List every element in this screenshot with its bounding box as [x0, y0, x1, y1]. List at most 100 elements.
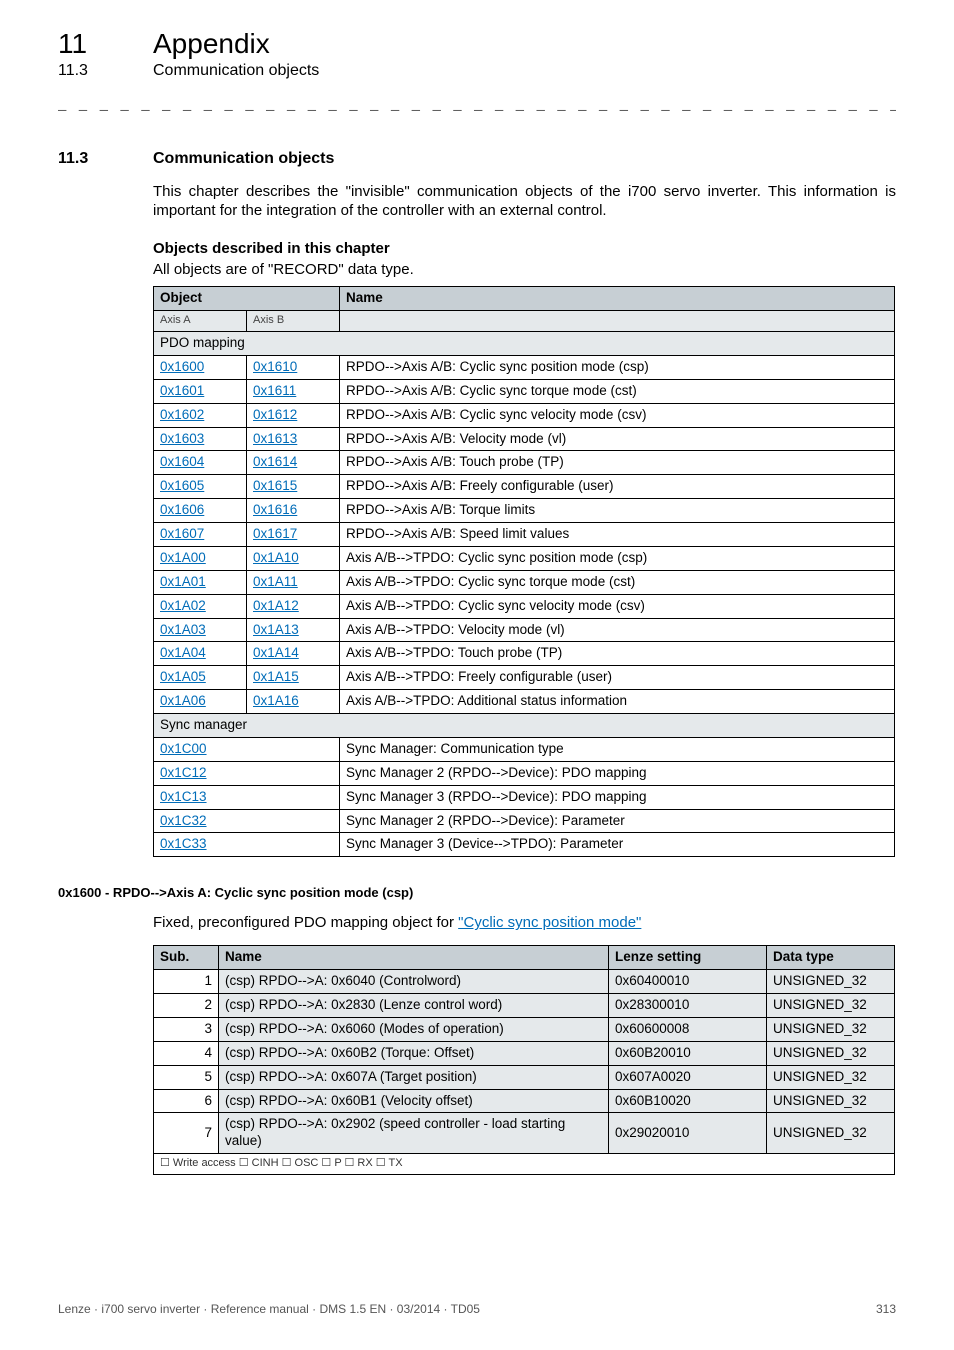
params-row: 2(csp) RPDO-->A: 0x2830 (Lenze control w…: [154, 994, 895, 1018]
table-row: 0x1C33Sync Manager 3 (Device-->TPDO): Pa…: [154, 833, 895, 857]
object-desc: RPDO-->Axis A/B: Cyclic sync torque mode…: [340, 379, 895, 403]
param-desc-text: Fixed, preconfigured PDO mapping object …: [153, 914, 458, 931]
object-link[interactable]: 0x1605: [160, 478, 204, 493]
table-row: 0x1600 0x1610 RPDO-->Axis A/B: Cyclic sync…: [154, 355, 895, 379]
object-link[interactable]: 0x1606: [160, 502, 204, 517]
object-link[interactable]: 0x1A15: [253, 669, 299, 684]
object-link[interactable]: 0x1A02: [160, 598, 206, 613]
object-desc: Sync Manager 2 (RPDO-->Device): Paramete…: [340, 809, 895, 833]
table-row: 0x1601 0x1611 RPDO-->Axis A/B: Cyclic sync…: [154, 379, 895, 403]
object-link[interactable]: 0x1A13: [253, 622, 299, 637]
object-desc: Sync Manager: Communication type: [340, 737, 895, 761]
params-row: 3(csp) RPDO-->A: 0x6060 (Modes of operat…: [154, 1017, 895, 1041]
section-pdo-mapping: PDO mapping: [154, 332, 895, 356]
section-number: 11.3: [58, 62, 153, 80]
object-link[interactable]: 0x1C33: [160, 836, 207, 851]
object-link[interactable]: 0x1A11: [253, 574, 298, 589]
params-row: 1(csp) RPDO-->A: 0x6040 (Controlword)0x6…: [154, 970, 895, 994]
table-row: 0x1605 0x1615 RPDO-->Axis A/B: Freely conf…: [154, 475, 895, 499]
table-row: 0x1A05 0x1A15 Axis A/B-->TPDO: Freely conf…: [154, 666, 895, 690]
object-desc: Sync Manager 2 (RPDO-->Device): PDO mapp…: [340, 761, 895, 785]
object-link[interactable]: 0x1603: [160, 431, 204, 446]
table-row: 0x1A02 0x1A12 Axis A/B-->TPDO: Cyclic sync…: [154, 594, 895, 618]
object-link[interactable]: 0x1C13: [160, 789, 207, 804]
object-link[interactable]: 0x1617: [253, 526, 297, 541]
object-link[interactable]: 0x1607: [160, 526, 204, 541]
params-footer-flags: ☐ Write access ☐ CINH ☐ OSC ☐ P ☐ RX ☐ T…: [154, 1154, 895, 1175]
object-link[interactable]: 0x1604: [160, 454, 204, 469]
object-link[interactable]: 0x1A05: [160, 669, 206, 684]
object-link[interactable]: 0x1614: [253, 454, 297, 469]
table-row: 0x1C00 Sync Manager: Communication type: [154, 737, 895, 761]
object-desc: Axis A/B-->TPDO: Cyclic sync velocity mo…: [340, 594, 895, 618]
section-heading: 11.3Communication objects: [58, 150, 896, 168]
object-link[interactable]: 0x1615: [253, 478, 297, 493]
object-desc: RPDO-->Axis A/B: Torque limits: [340, 499, 895, 523]
object-link[interactable]: 0x1A06: [160, 693, 206, 708]
footer-left: Lenze · i700 servo inverter · Reference …: [58, 1302, 480, 1316]
object-link[interactable]: 0x1611: [253, 383, 296, 398]
pcol-name: Name: [219, 946, 609, 970]
params-table: Sub. Name Lenze setting Data type 1(csp)…: [153, 945, 895, 1175]
table-row: 0x1607 0x1617 RPDO-->Axis A/B: Speed limit…: [154, 523, 895, 547]
object-link[interactable]: 0x1610: [253, 359, 297, 374]
object-link[interactable]: 0x1A04: [160, 645, 206, 660]
table-row: 0x1606 0x1616 RPDO-->Axis A/B: Torque limi…: [154, 499, 895, 523]
footer-page-number: 313: [876, 1302, 896, 1316]
object-desc: RPDO-->Axis A/B: Cyclic sync velocity mo…: [340, 403, 895, 427]
object-link[interactable]: 0x1A16: [253, 693, 299, 708]
chapter-title: Appendix: [153, 28, 270, 59]
param-desc-link[interactable]: "Cyclic sync position mode": [458, 914, 641, 931]
table-row: 0x1C32 Sync Manager 2 (RPDO-->Device): Pa…: [154, 809, 895, 833]
section-heading-title: Communication objects: [153, 150, 334, 167]
param-description: Fixed, preconfigured PDO mapping object …: [153, 914, 896, 931]
object-link[interactable]: 0x1A00: [160, 550, 206, 565]
object-link[interactable]: 0x1613: [253, 431, 297, 446]
params-row: 6(csp) RPDO-->A: 0x60B1 (Velocity offset…: [154, 1089, 895, 1113]
object-desc: RPDO-->Axis A/B: Speed limit values: [340, 523, 895, 547]
object-link[interactable]: 0x1A14: [253, 645, 299, 660]
object-link[interactable]: 0x1600: [160, 359, 204, 374]
table-row: 0x1604 0x1614 RPDO-->Axis A/B: Touch probe…: [154, 451, 895, 475]
objects-note: All objects are of "RECORD" data type.: [153, 261, 896, 278]
table-row: 0x1A00 0x1A10 Axis A/B-->TPDO: Cyclic sync…: [154, 546, 895, 570]
params-row: 4(csp) RPDO-->A: 0x60B2 (Torque: Offset)…: [154, 1041, 895, 1065]
object-link[interactable]: 0x1602: [160, 407, 204, 422]
object-link[interactable]: 0x1C12: [160, 765, 207, 780]
pcol-sub: Sub.: [154, 946, 219, 970]
object-desc: Axis A/B-->TPDO: Freely configurable (us…: [340, 666, 895, 690]
params-row: 7(csp) RPDO-->A: 0x2902 (speed controlle…: [154, 1113, 895, 1154]
table-row: 0x1A03 0x1A13 Axis A/B-->TPDO: Velocity mo…: [154, 618, 895, 642]
object-desc: RPDO-->Axis A/B: Freely configurable (us…: [340, 475, 895, 499]
table-row: 0x1C12 Sync Manager 2 (RPDO-->Device): PD…: [154, 761, 895, 785]
section-title: Communication objects: [153, 62, 319, 79]
object-desc: RPDO-->Axis A/B: Touch probe (TP): [340, 451, 895, 475]
table-row: 0x1A01 0x1A11 Axis A/B-->TPDO: Cyclic sync…: [154, 570, 895, 594]
object-desc: Axis A/B-->TPDO: Velocity mode (vl): [340, 618, 895, 642]
object-link[interactable]: 0x1616: [253, 502, 297, 517]
section-subheading: 11.3Communication objects: [58, 62, 896, 80]
subcol-axis-a: Axis A: [154, 311, 247, 332]
section-sync-manager: Sync manager: [154, 714, 895, 738]
table-row: 0x1602 0x1612 RPDO-->Axis A/B: Cyclic sync…: [154, 403, 895, 427]
objects-heading: Objects described in this chapter: [153, 240, 896, 257]
object-desc: RPDO-->Axis A/B: Cyclic sync position mo…: [340, 355, 895, 379]
object-link[interactable]: 0x1A01: [160, 574, 206, 589]
divider-dashes: _ _ _ _ _ _ _ _ _ _ _ _ _ _ _ _ _ _ _ _ …: [58, 98, 896, 114]
object-desc: Axis A/B-->TPDO: Cyclic sync torque mode…: [340, 570, 895, 594]
object-link[interactable]: 0x1C32: [160, 813, 207, 828]
object-link[interactable]: 0x1601: [160, 383, 204, 398]
object-link[interactable]: 0x1C00: [160, 741, 207, 756]
pcol-dtype: Data type: [767, 946, 895, 970]
table-row: 0x1A06 0x1A16 Axis A/B-->TPDO: Additional …: [154, 690, 895, 714]
object-desc: Axis A/B-->TPDO: Touch probe (TP): [340, 642, 895, 666]
section-heading-number: 11.3: [58, 150, 153, 168]
object-link[interactable]: 0x1A12: [253, 598, 299, 613]
object-link[interactable]: 0x1A03: [160, 622, 206, 637]
subcol-axis-b: Axis B: [247, 311, 340, 332]
object-desc: Axis A/B-->TPDO: Cyclic sync position mo…: [340, 546, 895, 570]
object-desc: Axis A/B-->TPDO: Additional status infor…: [340, 690, 895, 714]
object-link[interactable]: 0x1A10: [253, 550, 299, 565]
object-link[interactable]: 0x1612: [253, 407, 297, 422]
params-row: 5(csp) RPDO-->A: 0x607A (Target position…: [154, 1065, 895, 1089]
